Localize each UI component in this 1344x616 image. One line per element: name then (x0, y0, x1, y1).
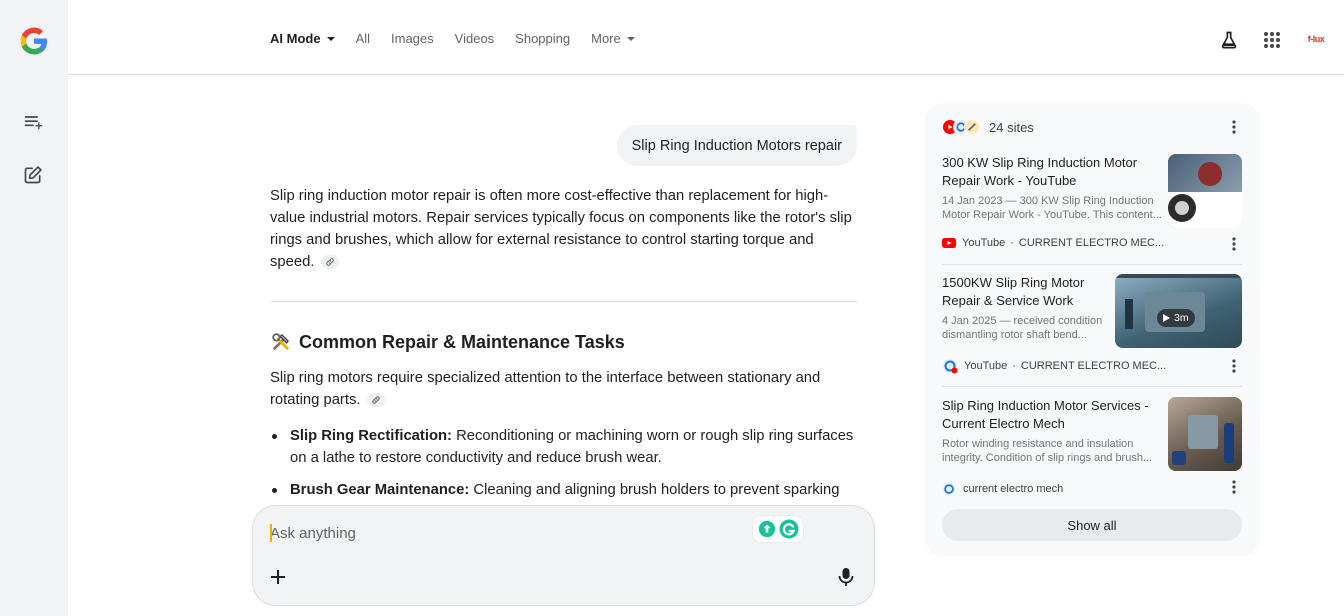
site-favicon-icon (964, 119, 980, 135)
tab-label: AI Mode (270, 31, 321, 46)
task-list: Slip Ring Rectification: Reconditioning … (270, 425, 858, 511)
source-card-site: YouTube · CURRENT ELECTRO MEC... (942, 358, 1166, 374)
source-card-site: current electro mech (942, 482, 1063, 496)
answer-intro: Slip ring induction motor repair is ofte… (270, 185, 858, 273)
more-vert-icon[interactable] (1226, 236, 1242, 252)
tab-label: All (355, 31, 371, 46)
source-card[interactable]: 1500KW Slip Ring Motor Repair & Service … (942, 274, 1242, 374)
chevron-down-icon (326, 36, 335, 41)
list-item: Slip Ring Rectification: Reconditioning … (270, 425, 858, 469)
more-vert-icon[interactable] (1226, 119, 1242, 135)
tab-label: Images (391, 31, 434, 46)
tools-emoji-icon (272, 333, 289, 350)
site-favicon-icon (942, 482, 956, 496)
list-item-title: Brush Gear Maintenance: (290, 482, 470, 498)
card-divider (942, 264, 1242, 265)
sources-header[interactable]: 24 sites (942, 119, 1034, 135)
more-vert-icon[interactable] (1226, 358, 1242, 374)
source-card-snippet: Rotor winding resistance and insulation … (942, 438, 1153, 464)
labs-flask-icon[interactable] (1217, 28, 1241, 52)
video-duration-badge: 3m (1157, 309, 1195, 327)
list-item-title: Slip Ring Rectification: (290, 428, 452, 444)
tab-all[interactable]: All (356, 31, 370, 46)
video-duration: 3m (1174, 312, 1189, 324)
source-channel: CURRENT ELECTRO MEC... (1020, 360, 1167, 372)
source-card[interactable]: Slip Ring Induction Motor Services - Cur… (942, 397, 1242, 497)
tab-images[interactable]: Images (391, 31, 434, 46)
source-card-site: YouTube · CURRENT ELECTRO MEC... (942, 237, 1164, 249)
source-card-title[interactable]: Slip Ring Induction Motor Services - Cur… (942, 397, 1162, 433)
section-intro-text: Slip ring motors require specialized att… (270, 370, 821, 408)
source-card-snippet: 14 Jan 2023 — 300 KW Slip Ring Induction… (942, 195, 1162, 221)
tab-label: More (591, 31, 621, 46)
history-list-icon[interactable] (21, 110, 45, 134)
source-card[interactable]: 300 KW Slip Ring Induction Motor Repair … (942, 154, 1242, 254)
source-card-title[interactable]: 1500KW Slip Ring Motor Repair & Service … (942, 274, 1110, 310)
answer-intro-text: Slip ring induction motor repair is ofte… (270, 188, 852, 270)
apps-grid-icon[interactable] (1260, 28, 1284, 52)
google-logo[interactable] (18, 25, 50, 57)
top-bar: AI Mode All Images Videos Shopping More … (68, 0, 1344, 75)
grammarly-icon[interactable] (779, 519, 799, 539)
section-divider (270, 301, 858, 302)
citation-link-icon[interactable] (320, 255, 339, 270)
source-favicons (942, 119, 980, 135)
source-thumbnail[interactable] (1168, 397, 1242, 471)
search-tabs: AI Mode All Images Videos Shopping More (270, 31, 656, 46)
tab-label: Videos (454, 31, 495, 46)
card-divider (942, 386, 1242, 387)
channel-avatar-icon (943, 359, 958, 374)
user-query-bubble: Slip Ring Induction Motors repair (616, 125, 857, 166)
source-name: YouTube (962, 237, 1006, 249)
mic-icon[interactable] (835, 566, 857, 588)
tab-videos[interactable]: Videos (455, 31, 495, 46)
video-thumbnail[interactable]: 3m (1115, 274, 1242, 348)
more-vert-icon[interactable] (1226, 479, 1242, 495)
list-item: Brush Gear Maintenance: Cleaning and ali… (270, 479, 858, 501)
section-intro: Slip ring motors require specialized att… (270, 367, 858, 411)
section-heading-text: Common Repair & Maintenance Tasks (299, 331, 625, 352)
source-thumbnail[interactable] (1168, 154, 1242, 228)
source-card-title[interactable]: 300 KW Slip Ring Induction Motor Repair … (942, 154, 1162, 190)
show-all-button[interactable]: Show all (942, 509, 1242, 541)
source-name: current electro mech (963, 483, 1064, 495)
youtube-icon (942, 238, 956, 248)
source-channel: CURRENT ELECTRO MEC... (1018, 237, 1165, 249)
sources-count: 24 sites (989, 119, 1034, 135)
ask-input[interactable] (270, 523, 740, 543)
citation-link-icon[interactable] (366, 393, 385, 408)
source-name: YouTube (964, 360, 1008, 372)
play-icon (1163, 314, 1170, 322)
plus-icon[interactable] (267, 566, 289, 588)
tab-shopping[interactable]: Shopping (515, 31, 570, 46)
grammarly-widget[interactable] (753, 516, 803, 542)
new-chat-icon[interactable] (21, 163, 45, 187)
tab-more[interactable]: More (591, 31, 635, 46)
ask-box (252, 505, 875, 606)
grammarly-suggest-icon[interactable] (758, 520, 776, 538)
list-item-text: Cleaning and aligning brush holders to p… (469, 482, 840, 498)
tab-ai-mode[interactable]: AI Mode (270, 31, 335, 46)
left-rail (0, 0, 68, 616)
sources-panel: 24 sites 300 KW Slip Ring Induction Moto… (925, 103, 1260, 556)
text-cursor (270, 524, 272, 542)
account-logo[interactable]: f-lux (1304, 34, 1328, 44)
section-heading: Common Repair & Maintenance Tasks (270, 331, 625, 353)
tab-label: Shopping (515, 31, 571, 46)
chevron-down-icon (626, 36, 635, 41)
source-card-snippet: 4 Jan 2025 — received condition dismantl… (942, 315, 1103, 341)
